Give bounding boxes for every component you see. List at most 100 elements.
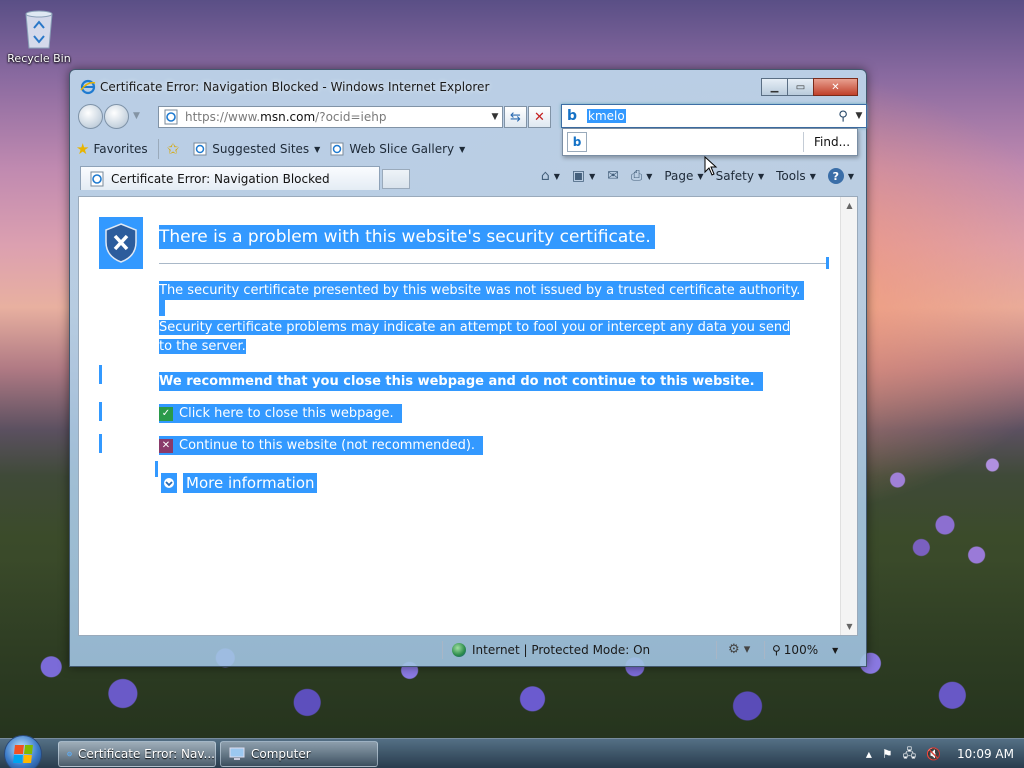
favorites-button[interactable]: ★ Favorites xyxy=(76,140,148,158)
security-zone[interactable]: Internet | Protected Mode: On xyxy=(452,643,650,657)
suggested-sites-button[interactable]: Suggested Sites ▼ xyxy=(193,142,320,156)
tab-active[interactable]: Certificate Error: Navigation Blocked xyxy=(80,166,380,190)
ie-page-icon xyxy=(193,142,207,156)
stop-icon: ✕ xyxy=(534,109,545,125)
zoom-control[interactable]: ⚲ 100% ▼ xyxy=(772,643,838,657)
magnifier-icon: ⚲ xyxy=(772,643,781,657)
vertical-scrollbar[interactable]: ▲ ▼ xyxy=(840,197,857,635)
refresh-button[interactable]: ⇆ xyxy=(504,106,527,128)
start-button[interactable] xyxy=(4,735,42,768)
refresh-icon: ⇆ xyxy=(510,109,521,125)
security-shield-icon xyxy=(99,217,143,269)
network-icon[interactable]: 🖧 xyxy=(903,744,916,765)
address-dropdown-icon[interactable]: ▼ xyxy=(488,112,502,122)
chevron-down-icon: ▼ xyxy=(832,645,839,655)
maximize-button[interactable]: ▭ xyxy=(787,78,814,96)
system-tray: ▴ ⚑ 🖧 🔇 10:09 AM xyxy=(856,739,1014,768)
help-icon: ? xyxy=(827,168,844,184)
help-button[interactable]: ? ▼ xyxy=(827,168,854,184)
tools-menu-label: Tools xyxy=(776,169,806,183)
clock[interactable]: 10:09 AM xyxy=(957,747,1014,761)
more-information-toggle[interactable]: More information xyxy=(161,473,317,493)
ie-logo-icon xyxy=(80,79,96,95)
close-webpage-link[interactable]: ✓ Click here to close this webpage. xyxy=(159,404,402,423)
error-heading: There is a problem with this website's s… xyxy=(159,225,655,249)
mail-icon: ✉ xyxy=(607,168,619,184)
continue-website-link[interactable]: ✕ Continue to this website (not recommen… xyxy=(159,436,484,455)
chevron-down-icon: ▼ xyxy=(314,144,321,154)
stop-button[interactable]: ✕ xyxy=(528,106,551,128)
close-button[interactable]: ✕ xyxy=(813,78,858,96)
desktop-icon-label: Recycle Bin xyxy=(7,52,71,65)
search-input[interactable]: kmelo xyxy=(587,109,834,123)
add-to-favorites-bar-button[interactable]: ✩ xyxy=(167,140,184,158)
selection-marker xyxy=(99,365,102,384)
desktop-icon-recycle-bin[interactable]: Recycle Bin xyxy=(6,6,72,65)
bing-icon: b xyxy=(567,108,578,124)
action-center-flag-icon[interactable]: ⚑ xyxy=(882,747,893,761)
web-slice-gallery-label: Web Slice Gallery xyxy=(349,142,455,156)
taskbar-item-ie[interactable]: Certificate Error: Nav... xyxy=(58,741,216,767)
safety-menu-label: Safety xyxy=(715,169,754,183)
taskbar: Certificate Error: Nav... Computer ▴ ⚑ 🖧… xyxy=(0,735,1024,768)
address-url[interactable]: https://www.msn.com/?ocid=iehp xyxy=(185,110,488,124)
wallpaper-flowers-right xyxy=(866,420,1024,570)
search-provider-dropdown-icon[interactable]: ▼ xyxy=(852,111,866,121)
protected-mode-settings-icon[interactable]: ⚙ ▾ xyxy=(728,642,750,657)
status-bar: Internet | Protected Mode: On ⚙ ▾ ⚲ 100%… xyxy=(76,638,860,662)
print-button[interactable]: ⎙ ▼ xyxy=(631,168,652,184)
feeds-button[interactable]: ▣ ▼ xyxy=(572,168,595,184)
rss-icon: ▣ xyxy=(571,168,586,184)
chevron-down-icon: ▼ xyxy=(809,171,816,181)
forward-button[interactable] xyxy=(104,104,129,129)
read-mail-button[interactable]: ✉ xyxy=(607,168,619,184)
add-favorite-icon: ✩ xyxy=(166,140,180,158)
taskbar-item-label: Computer xyxy=(251,747,311,761)
scroll-up-icon[interactable]: ▲ xyxy=(841,197,857,214)
globe-icon xyxy=(452,643,466,657)
suggested-sites-label: Suggested Sites xyxy=(212,142,310,156)
divider xyxy=(716,641,717,659)
selection-marker xyxy=(155,461,158,477)
tab-title: Certificate Error: Navigation Blocked xyxy=(111,171,330,186)
volume-muted-icon[interactable]: 🔇 xyxy=(926,747,941,761)
web-slice-gallery-button[interactable]: Web Slice Gallery ▼ xyxy=(330,142,465,156)
bing-provider-icon[interactable]: b xyxy=(567,132,587,152)
windows-logo-icon xyxy=(13,745,33,763)
title-bar[interactable]: Certificate Error: Navigation Blocked - … xyxy=(70,70,866,102)
ie-page-icon xyxy=(90,171,104,186)
show-hidden-icons-chevron-icon[interactable]: ▴ xyxy=(866,747,872,761)
chevron-down-icon: ▼ xyxy=(847,171,854,181)
search-box[interactable]: b kmelo ⚲ ▼ xyxy=(561,104,867,128)
favorites-label: Favorites xyxy=(93,142,148,156)
taskbar-item-computer[interactable]: Computer xyxy=(220,741,378,767)
recycle-bin-icon xyxy=(22,6,56,50)
chevron-down-icon: ▼ xyxy=(459,144,466,154)
close-icon: ✕ xyxy=(831,81,840,93)
checkmark-shield-icon: ✓ xyxy=(159,406,173,421)
home-button[interactable]: ⌂ ▼ xyxy=(541,168,560,184)
mouse-cursor-icon xyxy=(704,156,718,176)
expand-chevron-icon xyxy=(161,473,177,493)
chevron-down-icon: ▼ xyxy=(697,171,704,181)
new-tab-button[interactable] xyxy=(382,169,410,189)
tools-menu[interactable]: Tools ▼ xyxy=(776,169,816,183)
minimize-button[interactable]: ▁ xyxy=(761,78,788,96)
command-bar: ⌂ ▼ ▣ ▼ ✉ ⎙ ▼ Page ▼ Safety ▼ Tools ▼ ? ▼ xyxy=(529,168,854,184)
chevron-down-icon: ▼ xyxy=(589,171,596,181)
recent-pages-dropdown-icon[interactable]: ▼ xyxy=(133,111,140,121)
continue-website-label: Continue to this website (not recommende… xyxy=(179,438,476,453)
back-button[interactable] xyxy=(78,104,103,129)
selection-marker xyxy=(99,434,102,453)
divider xyxy=(159,263,829,264)
printer-icon: ⎙ xyxy=(631,168,643,184)
ie-logo-icon xyxy=(67,751,72,757)
page-menu[interactable]: Page ▼ xyxy=(664,169,703,183)
error-paragraph-2: Security certificate problems may indica… xyxy=(159,320,791,354)
find-button[interactable]: Find... xyxy=(803,132,857,152)
scroll-down-icon[interactable]: ▼ xyxy=(841,618,857,635)
safety-menu[interactable]: Safety ▼ xyxy=(716,169,765,183)
page-content: There is a problem with this website's s… xyxy=(78,196,858,636)
search-icon[interactable]: ⚲ xyxy=(834,109,852,124)
address-bar[interactable]: https://www.msn.com/?ocid=iehp ▼ xyxy=(158,106,503,128)
